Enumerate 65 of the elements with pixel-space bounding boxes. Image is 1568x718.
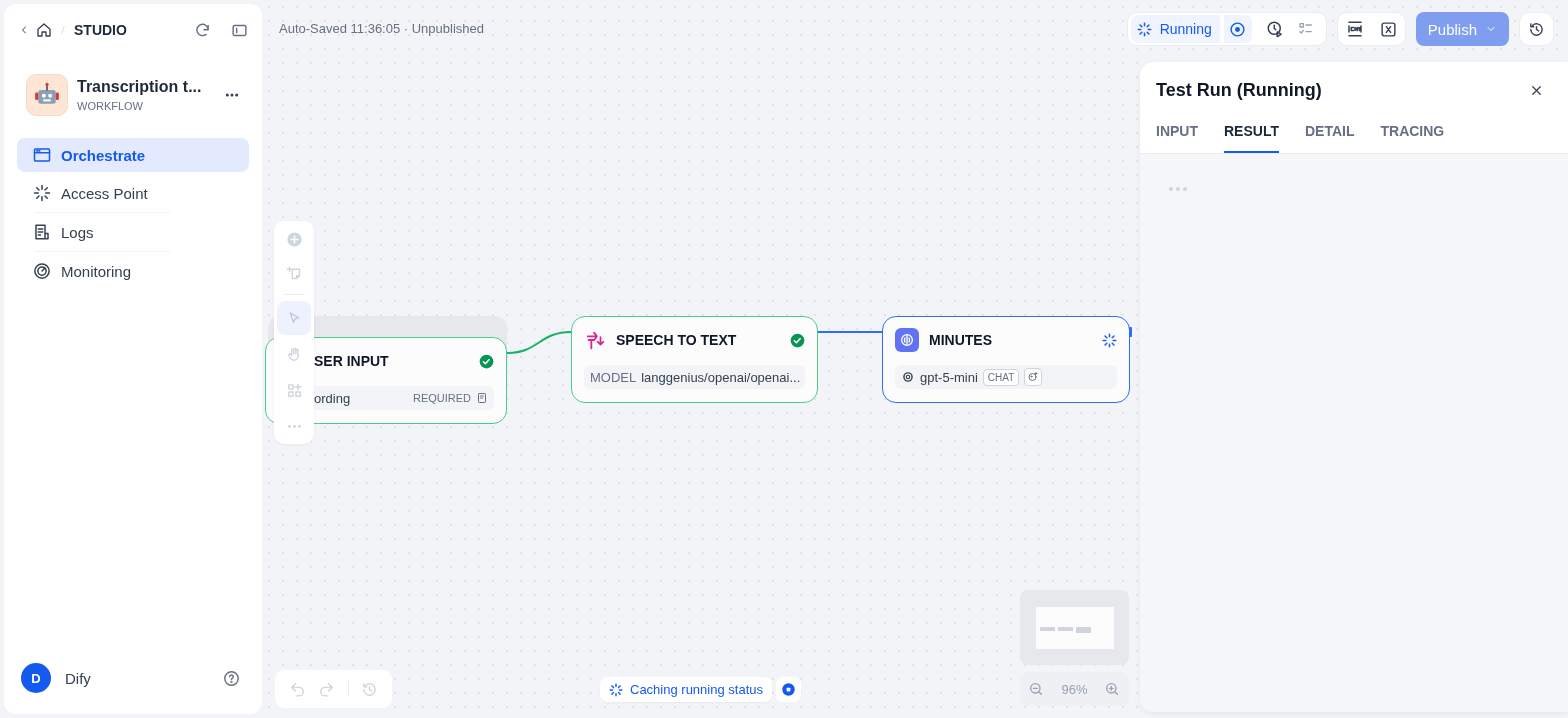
node-title: SPEECH TO TEXT <box>616 332 737 348</box>
minimap[interactable] <box>1020 590 1129 665</box>
stop-icon <box>1229 20 1247 38</box>
layout-icon[interactable] <box>285 381 303 399</box>
mode-tag: CHAT <box>982 368 1020 386</box>
connection-handle[interactable] <box>1129 327 1132 337</box>
help-icon[interactable] <box>223 669 240 687</box>
model-label: MODEL <box>590 369 637 385</box>
stop-button[interactable] <box>1221 15 1252 43</box>
checklist-icon[interactable] <box>1297 21 1314 37</box>
nav-item[interactable]: Monitoring <box>17 254 249 288</box>
file-icon <box>476 392 488 404</box>
connector-line <box>817 331 883 333</box>
nav-item[interactable]: Orchestrate <box>17 138 249 172</box>
document-icon <box>33 223 51 241</box>
app-name: Transcription t... <box>77 78 203 96</box>
user-name[interactable]: Dify <box>65 669 91 687</box>
panel-tab[interactable]: DETAIL <box>1304 117 1355 153</box>
slash-icon <box>58 23 68 37</box>
variable-icon[interactable] <box>1379 20 1397 38</box>
loading-dots-icon <box>1168 186 1188 192</box>
success-check-icon <box>790 332 805 348</box>
loading-spinner-icon <box>1102 332 1117 348</box>
nav-item[interactable]: Logs <box>17 215 249 249</box>
zoom-out-icon[interactable] <box>1028 681 1045 697</box>
speech-to-text-icon <box>584 329 606 351</box>
node-title: SER INPUT <box>314 353 389 369</box>
stop-button[interactable] <box>776 677 801 702</box>
model-name: langgenius/openai/openai... <box>641 369 801 385</box>
workflow-node[interactable]: SPEECH TO TEXT MODEL langgenius/openai/openai... <box>571 316 818 403</box>
loading-spinner-icon <box>1136 21 1152 37</box>
panel-tab[interactable]: INPUT <box>1156 117 1198 153</box>
refresh-icon[interactable] <box>194 21 211 39</box>
app-type: WORKFLOW <box>77 100 144 112</box>
run-history-icon[interactable] <box>1265 20 1284 38</box>
redo-icon[interactable] <box>318 680 336 698</box>
window-icon <box>33 146 51 164</box>
running-status[interactable]: Running <box>1130 15 1220 43</box>
breadcrumb-link[interactable]: STUDIO <box>74 22 127 38</box>
stop-icon <box>781 682 796 697</box>
history-icon[interactable] <box>360 680 378 698</box>
note-icon[interactable] <box>285 264 303 282</box>
env-icon[interactable] <box>1345 20 1364 38</box>
connector-line <box>506 331 572 354</box>
nav-item[interactable]: Access Point <box>17 176 249 210</box>
sparkle-icon <box>33 184 51 202</box>
gauge-icon <box>33 262 51 280</box>
zoom-in-icon[interactable] <box>1104 681 1121 697</box>
caching-status-text: Caching running status <box>630 682 763 697</box>
workflow-node[interactable]: MINUTES gpt-5-mini CHAT <box>882 316 1130 403</box>
required-label: REQUIRED <box>412 392 471 404</box>
panel-tab[interactable]: TRACING <box>1380 117 1445 153</box>
model-name: gpt-5-mini <box>920 369 978 385</box>
variable-name: ording <box>314 390 351 406</box>
loading-spinner-icon <box>609 682 623 697</box>
undo-icon[interactable] <box>289 680 307 698</box>
version-history-button[interactable] <box>1519 12 1554 46</box>
add-icon[interactable] <box>285 230 303 248</box>
node-title: MINUTES <box>929 332 992 348</box>
user-avatar[interactable]: D <box>21 663 51 693</box>
history-icon <box>1528 20 1545 38</box>
panel-title: Test Run (Running) <box>1156 79 1322 101</box>
success-check-icon <box>479 353 494 369</box>
home-icon[interactable] <box>36 22 52 38</box>
save-status: Auto-Saved 11:36:05 · Unpublished <box>279 21 484 36</box>
